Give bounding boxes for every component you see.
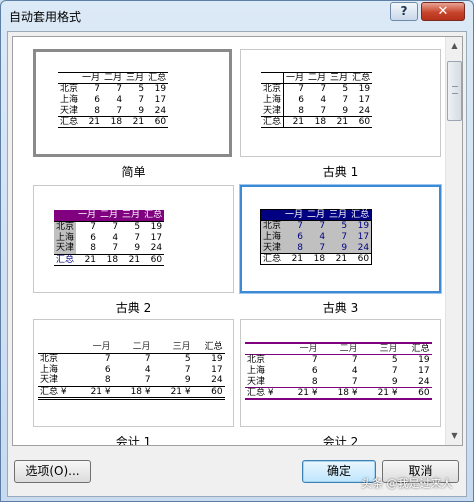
autoformat-dialog: 自动套用格式 ? ✕ 一月 二月 三月 汇总 北京 7 7 5 19 上海 6 4 7 17 天津 8 7… xyxy=(0,0,474,502)
preview-table: 一月 二月 三月 汇总 北京 7 7 5 19 上海 6 4 7 17 天津 8 7 9 24 汇总 ¥21 … xyxy=(245,342,432,400)
dialog-title: 自动套用格式 xyxy=(9,10,82,24)
format-name: 古典 1 xyxy=(322,165,359,179)
format-name: 古典 3 xyxy=(322,301,359,315)
preview-table: 一月 二月 三月 汇总 北京 7 7 5 19 上海 6 4 7 17 天津 8 7 9 24 汇总 21 18 2… xyxy=(260,209,373,265)
scroll-up-arrow-icon[interactable]: ▲ xyxy=(447,38,462,54)
format-name: 简单 xyxy=(121,165,146,179)
format-tile-classic2[interactable]: 一月 二月 三月 汇总 北京 7 7 5 19 上海 6 4 7 17 天津 8 7 9 24 汇总 21 18 2… xyxy=(33,185,234,293)
vertical-scrollbar[interactable]: ▲ ▼ xyxy=(445,37,462,445)
preview-table: 一月 二月 三月 汇总 北京 7 7 5 19 上海 6 4 7 17 天津 8 7 9 24 汇总 ¥21 … xyxy=(38,342,225,400)
format-name: 会计 1 xyxy=(115,435,152,446)
preview-table: 一月 二月 三月 汇总 北京 7 7 5 19 上海 6 4 7 17 天津 8 7 9 24 汇总 21 18 2… xyxy=(58,72,169,128)
format-name: 古典 2 xyxy=(115,301,152,315)
format-tile-classic1[interactable]: 一月 二月 三月 汇总 北京 7 7 5 19 上海 6 4 7 17 天津 8 7 9 24 汇总 21 18 2… xyxy=(240,49,441,157)
dialog-client: 一月 二月 三月 汇总 北京 7 7 5 19 上海 6 4 7 17 天津 8 7 9 24 汇总 21 18 2… xyxy=(7,31,467,497)
watermark: 头条 @我是过来人 xyxy=(361,477,453,490)
format-tile-accounting2[interactable]: 一月 二月 三月 汇总 北京 7 7 5 19 上海 6 4 7 17 天津 8 7 9 24 汇总 ¥21 … xyxy=(240,319,441,427)
format-gallery[interactable]: 一月 二月 三月 汇总 北京 7 7 5 19 上海 6 4 7 17 天津 8 7 9 24 汇总 21 18 2… xyxy=(12,36,463,446)
grip-icon xyxy=(452,86,458,94)
preview-table: 一月 二月 三月 汇总 北京 7 7 5 19 上海 6 4 7 17 天津 8 7 9 24 汇总 21 18 2… xyxy=(54,210,165,266)
preview-table: 一月 二月 三月 汇总 北京 7 7 5 19 上海 6 4 7 17 天津 8 7 9 24 汇总 21 18 2… xyxy=(261,72,373,128)
scroll-thumb[interactable] xyxy=(447,61,462,121)
close-button[interactable]: ✕ xyxy=(421,2,465,21)
help-button[interactable]: ? xyxy=(390,2,418,21)
title-bar[interactable]: 自动套用格式 ? ✕ xyxy=(1,1,473,31)
scroll-down-arrow-icon[interactable]: ▼ xyxy=(447,428,462,444)
format-tile-accounting1[interactable]: 一月 二月 三月 汇总 北京 7 7 5 19 上海 6 4 7 17 天津 8 7 9 24 汇总 ¥21 … xyxy=(33,319,234,427)
format-name: 会计 2 xyxy=(322,435,359,446)
format-tile-simple[interactable]: 一月 二月 三月 汇总 北京 7 7 5 19 上海 6 4 7 17 天津 8 7 9 24 汇总 21 18 2… xyxy=(33,49,232,157)
options-button[interactable]: 选项(O)... xyxy=(14,460,91,483)
format-tile-classic3[interactable]: 一月 二月 三月 汇总 北京 7 7 5 19 上海 6 4 7 17 天津 8 7 9 24 汇总 21 18 2… xyxy=(240,185,441,293)
